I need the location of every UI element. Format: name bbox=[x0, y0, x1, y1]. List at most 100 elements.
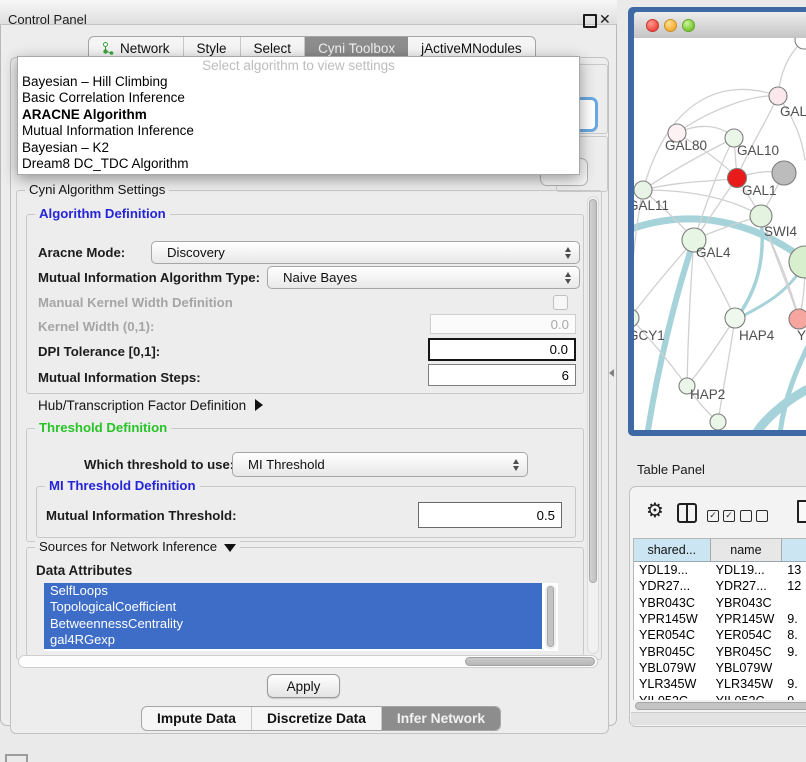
algorithm-option[interactable]: Mutual Information Inference bbox=[18, 123, 579, 139]
algorithm-option[interactable]: Dream8 DC_TDC Algorithm bbox=[18, 156, 579, 172]
settings-hscrollbar-thumb[interactable] bbox=[465, 657, 595, 666]
table-row[interactable]: YLR345WYLR345W9. bbox=[634, 676, 806, 692]
aracne-mode-select[interactable]: Discovery bbox=[151, 241, 580, 264]
table-row[interactable]: YBR045CYBR045C9. bbox=[634, 643, 806, 659]
table-cell[interactable]: 9 bbox=[782, 692, 806, 700]
table-cell[interactable]: YBR045C bbox=[634, 643, 711, 659]
bottom-tab-infer-network[interactable]: Infer Network bbox=[382, 707, 500, 730]
table-cell[interactable]: 9. bbox=[782, 611, 806, 627]
table-cell[interactable]: 13 bbox=[782, 562, 806, 578]
mi-type-select[interactable]: Naive Bayes bbox=[267, 266, 580, 289]
algorithm-option[interactable]: Bayesian – Hill Climbing bbox=[18, 74, 579, 90]
bottom-tab-discretize-data[interactable]: Discretize Data bbox=[252, 707, 382, 730]
settings-scrollbar-thumb[interactable] bbox=[589, 199, 597, 583]
network-node-gal[interactable] bbox=[769, 87, 787, 105]
manual-kernel-checkbox[interactable] bbox=[553, 295, 568, 310]
table-cell[interactable]: YBR043C bbox=[634, 595, 711, 611]
table-cell[interactable]: 9. bbox=[782, 676, 806, 692]
table-row[interactable]: YPR145WYPR145W9. bbox=[634, 611, 806, 627]
table-cell[interactable]: YER054C bbox=[711, 627, 783, 643]
network-edge[interactable] bbox=[780, 338, 806, 430]
apply-button[interactable]: Apply bbox=[267, 674, 340, 698]
close-traffic-light[interactable] bbox=[646, 19, 659, 32]
table-cell[interactable]: YIL052C bbox=[634, 692, 711, 700]
network-node-hap4[interactable] bbox=[725, 308, 745, 328]
table-cell[interactable]: YBR045C bbox=[711, 643, 783, 659]
attribute-list-item[interactable]: TopologicalCoefficient bbox=[44, 599, 542, 615]
network-edge[interactable] bbox=[643, 178, 737, 190]
table-cell[interactable]: 9. bbox=[782, 643, 806, 659]
network-edge[interactable] bbox=[643, 89, 778, 190]
column-header-name[interactable]: name bbox=[711, 539, 783, 561]
algorithm-option[interactable]: ARACNE Algorithm bbox=[18, 107, 579, 123]
dpi-tolerance-field[interactable]: 0.0 bbox=[428, 338, 576, 361]
table-hscrollbar-track[interactable] bbox=[633, 700, 806, 711]
table-cell[interactable] bbox=[782, 595, 806, 611]
splitter-collapse-icon[interactable] bbox=[609, 369, 614, 377]
attribute-list-item[interactable]: gal4RGexp bbox=[44, 632, 542, 648]
table-cell[interactable]: 12 bbox=[782, 578, 806, 594]
kernel-width-field[interactable]: 0.0 bbox=[430, 314, 576, 334]
network-node[interactable] bbox=[772, 161, 796, 185]
table-cell[interactable]: YDL19... bbox=[711, 562, 783, 578]
settings-scrollbar-track[interactable] bbox=[587, 196, 599, 654]
table-row[interactable]: YDR27...YDR27...12 bbox=[634, 578, 806, 594]
column-header-shared[interactable]: shared... bbox=[634, 539, 711, 561]
table-cell[interactable]: YDL19... bbox=[634, 562, 711, 578]
table-row[interactable]: YIL052CYIL052C9 bbox=[634, 692, 806, 700]
table-row[interactable]: YBR043CYBR043C bbox=[634, 595, 806, 611]
network-node-gal11[interactable] bbox=[634, 181, 652, 199]
table-row[interactable]: YER054CYER054C8. bbox=[634, 627, 806, 643]
attributes-scrollbar-track[interactable] bbox=[545, 585, 556, 649]
sources-legend[interactable]: Sources for Network Inference bbox=[35, 539, 240, 554]
split-columns-icon[interactable] bbox=[677, 503, 697, 523]
network-edge[interactable] bbox=[634, 240, 694, 318]
network-edge[interactable] bbox=[718, 318, 735, 422]
network-window-titlebar[interactable] bbox=[634, 12, 806, 39]
network-canvas[interactable]: GALGAL80GAL10GAL11GAL1SWI4GAL4GCY1HAP4YH… bbox=[634, 38, 806, 430]
attribute-list-item[interactable]: SelfLoops bbox=[44, 583, 542, 599]
float-window-icon[interactable] bbox=[583, 14, 597, 28]
mi-threshold-field[interactable]: 0.5 bbox=[418, 502, 562, 528]
attributes-scrollbar-thumb[interactable] bbox=[547, 586, 554, 647]
settings-hscrollbar-track[interactable] bbox=[18, 655, 598, 668]
table-cell[interactable]: YPR145W bbox=[711, 611, 783, 627]
close-icon[interactable]: ✕ bbox=[599, 11, 611, 28]
table-row[interactable]: YDL19...YDL19...13 bbox=[634, 562, 806, 578]
network-edge[interactable] bbox=[687, 318, 735, 386]
checked-pair-icon[interactable]: ✓✓ bbox=[707, 510, 735, 522]
network-node[interactable] bbox=[710, 414, 726, 430]
which-threshold-select[interactable]: MI Threshold bbox=[232, 452, 528, 477]
algorithm-option[interactable]: Bayesian – K2 bbox=[18, 140, 579, 156]
zoom-traffic-light[interactable] bbox=[682, 19, 695, 32]
minimize-traffic-light[interactable] bbox=[664, 19, 677, 32]
table-cell[interactable]: YPR145W bbox=[634, 611, 711, 627]
network-node-y[interactable] bbox=[789, 309, 806, 329]
table-hscrollbar-thumb[interactable] bbox=[635, 702, 806, 710]
attribute-list-item[interactable]: BetweennessCentrality bbox=[44, 616, 542, 632]
table-cell[interactable] bbox=[782, 660, 806, 676]
network-node-gcy1[interactable] bbox=[634, 309, 639, 327]
hub-section-label: Hub/Transcription Factor Definition bbox=[38, 398, 246, 413]
table-cell[interactable]: 8. bbox=[782, 627, 806, 643]
table-cell[interactable]: YBL079W bbox=[634, 660, 711, 676]
gear-icon[interactable]: ⚙ bbox=[646, 501, 664, 521]
table-row[interactable]: YBL079WYBL079W bbox=[634, 660, 806, 676]
table-cell[interactable]: YER054C bbox=[634, 627, 711, 643]
table-cell[interactable]: YDR27... bbox=[711, 578, 783, 594]
file-icon[interactable] bbox=[797, 500, 806, 523]
table-cell[interactable]: YBR043C bbox=[711, 595, 783, 611]
hub-section-toggle[interactable]: Hub/Transcription Factor Definition bbox=[38, 398, 263, 413]
table-cell[interactable]: YIL052C bbox=[711, 692, 783, 700]
minimized-panel-icon[interactable] bbox=[5, 754, 28, 762]
bottom-tab-impute-data[interactable]: Impute Data bbox=[142, 707, 252, 730]
table-cell[interactable]: YLR345W bbox=[634, 676, 711, 692]
unchecked-pair-icon[interactable] bbox=[740, 510, 768, 522]
combo-arrows-icon bbox=[513, 459, 519, 471]
table-cell[interactable]: YLR345W bbox=[711, 676, 783, 692]
table-cell[interactable]: YBL079W bbox=[711, 660, 783, 676]
algorithm-option[interactable]: Basic Correlation Inference bbox=[18, 90, 579, 106]
mi-steps-field[interactable]: 6 bbox=[428, 364, 576, 386]
table-cell[interactable]: YDR27... bbox=[634, 578, 711, 594]
column-header[interactable] bbox=[782, 539, 806, 561]
